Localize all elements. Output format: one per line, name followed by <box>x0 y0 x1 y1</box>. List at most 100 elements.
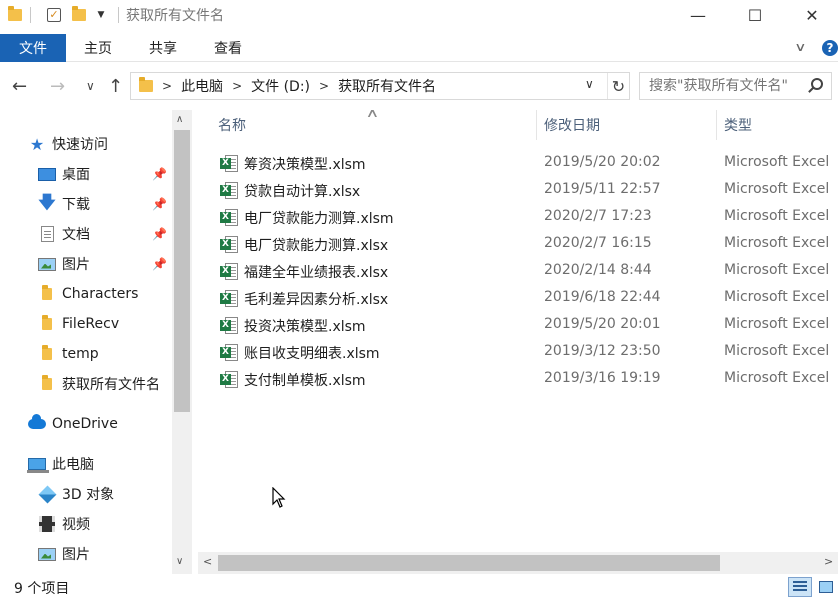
sidebar-item-this-pc[interactable]: 此电脑 <box>0 449 172 479</box>
breadcrumb-this-pc[interactable]: 此电脑 <box>181 76 223 96</box>
table-row[interactable]: X 贷款自动计算.xlsx 2019/5/11 22:57 Microsoft Exc… <box>198 177 838 204</box>
customize-toolbar-icon[interactable]: ▼ <box>94 5 108 25</box>
excel-file-icon: X <box>220 155 238 172</box>
expand-ribbon-icon[interactable]: ∨ <box>794 40 806 54</box>
sidebar-scrollbar[interactable]: ∧ ∨ <box>172 110 192 574</box>
breadcrumb-drive-d[interactable]: 文件 (D:) <box>251 76 310 96</box>
file-date: 2019/3/12 23:50 <box>544 343 661 359</box>
ribbon: 文件 主页 共享 查看 ∨ ? <box>0 32 838 62</box>
column-divider[interactable] <box>536 110 537 140</box>
status-bar: 9 个项目 <box>0 576 838 598</box>
sidebar-item-downloads[interactable]: 🡇 下载 📌 <box>0 189 172 219</box>
search-box[interactable] <box>639 72 832 100</box>
sidebar-item-videos[interactable]: 视频 <box>0 509 172 539</box>
file-type: Microsoft Excel <box>724 289 830 305</box>
sidebar-item-label: 获取所有文件名 <box>62 377 160 393</box>
table-row[interactable]: X 毛利差异因素分析.xlsx 2019/6/18 22:44 Microsoft E… <box>198 285 838 312</box>
scroll-right-icon[interactable]: > <box>824 555 833 568</box>
file-date: 2019/5/20 20:02 <box>544 154 661 170</box>
pin-icon[interactable]: 📌 <box>152 227 167 241</box>
tab-share[interactable]: 共享 <box>149 34 177 62</box>
sidebar-item-label: 文档 <box>62 227 90 243</box>
file-date: 2020/2/7 16:15 <box>544 235 652 251</box>
large-icons-view-button[interactable] <box>814 577 838 597</box>
video-icon <box>38 516 56 532</box>
scroll-left-icon[interactable]: < <box>203 555 212 568</box>
sidebar-item-label: Characters <box>62 286 139 302</box>
large-icons-view-icon <box>819 581 833 593</box>
excel-file-icon: X <box>220 263 238 280</box>
details-view-button[interactable] <box>788 577 812 597</box>
column-header-name[interactable]: 名称 <box>218 110 246 140</box>
sidebar-item-temp[interactable]: temp <box>0 339 172 369</box>
maximize-button[interactable]: ☐ <box>727 0 783 30</box>
tab-file[interactable]: 文件 <box>0 34 66 62</box>
file-name: 福建全年业绩报表.xlsx <box>244 265 389 281</box>
scroll-up-icon[interactable]: ∧ <box>176 114 183 125</box>
item-count: 9 个项目 <box>14 581 70 597</box>
scroll-down-icon[interactable]: ∨ <box>176 556 183 567</box>
sidebar-item-filerecv[interactable]: FileRecv <box>0 309 172 339</box>
mouse-cursor-icon <box>272 487 286 508</box>
sidebar-item-quick-access[interactable]: ★ 快速访问 <box>0 129 172 159</box>
sidebar-item-desktop[interactable]: 桌面 📌 <box>0 159 172 189</box>
forward-icon[interactable]: → <box>50 76 65 97</box>
cloud-icon <box>28 414 46 432</box>
close-button[interactable]: ✕ <box>784 0 838 30</box>
pin-icon[interactable]: 📌 <box>152 197 167 211</box>
folder-icon <box>139 77 153 92</box>
up-icon[interactable]: ↑ <box>108 76 123 97</box>
search-icon[interactable] <box>811 78 823 90</box>
chevron-down-icon[interactable]: ∨ <box>585 77 594 91</box>
table-row[interactable]: X 投资决策模型.xlsm 2019/5/20 20:01 Microsoft Exc… <box>198 312 838 339</box>
properties-icon[interactable]: ✓ <box>44 5 64 25</box>
file-name: 毛利差异因素分析.xlsx <box>244 292 389 308</box>
file-type: Microsoft Excel <box>724 181 830 197</box>
folder-icon <box>38 285 56 302</box>
pin-icon[interactable]: 📌 <box>152 167 167 181</box>
excel-file-icon: X <box>220 317 238 334</box>
tab-view[interactable]: 查看 <box>214 34 242 62</box>
back-icon[interactable]: ← <box>12 76 27 97</box>
chevron-right-icon[interactable]: > <box>319 79 329 93</box>
excel-file-icon: X <box>220 182 238 199</box>
sidebar-item-current-folder[interactable]: 获取所有文件名 <box>0 369 172 399</box>
table-row[interactable]: X 电厂贷款能力测算.xlsx 2020/2/7 16:15 Microsoft Ex… <box>198 231 838 258</box>
table-row[interactable]: X 福建全年业绩报表.xlsx 2020/2/14 8:44 Microsoft Ex… <box>198 258 838 285</box>
help-icon[interactable]: ? <box>822 40 838 56</box>
table-row[interactable]: X 电厂贷款能力测算.xlsm 2020/2/7 17:23 Microsoft Ex… <box>198 204 838 231</box>
sidebar-item-pc-pictures[interactable]: 图片 <box>0 539 172 569</box>
sidebar-item-pictures[interactable]: 图片 📌 <box>0 249 172 279</box>
details-view-icon <box>793 581 807 593</box>
sidebar-item-3d-objects[interactable]: 3D 对象 <box>0 479 172 509</box>
scrollbar-thumb[interactable] <box>174 130 190 412</box>
address-bar[interactable]: > 此电脑 > 文件 (D:) > 获取所有文件名 ∨ ↻ <box>130 72 630 100</box>
new-folder-icon[interactable] <box>70 5 88 25</box>
column-header-type[interactable]: 类型 <box>724 110 752 140</box>
refresh-icon[interactable]: ↻ <box>607 73 629 99</box>
sidebar-item-documents[interactable]: 文档 📌 <box>0 219 172 249</box>
tab-home[interactable]: 主页 <box>84 34 112 62</box>
sidebar-item-characters[interactable]: Characters <box>0 279 172 309</box>
navigation-bar: ← → ∨ ↑ > 此电脑 > 文件 (D:) > 获取所有文件名 ∨ ↻ <box>0 68 838 104</box>
column-divider[interactable] <box>716 110 717 140</box>
minimize-button[interactable]: — <box>670 0 726 30</box>
table-row[interactable]: X 账目收支明细表.xlsm 2019/3/12 23:50 Microsoft Ex… <box>198 339 838 366</box>
sidebar-item-label: 桌面 <box>62 167 90 183</box>
desktop-icon <box>38 166 56 182</box>
file-list: ∧ 名称 修改日期 类型 X 筹资决策模型.xlsm 2019/5/20 20:02… <box>198 110 838 552</box>
excel-file-icon: X <box>220 290 238 307</box>
horizontal-scrollbar[interactable]: < > <box>198 552 838 574</box>
chevron-right-icon[interactable]: > <box>232 79 242 93</box>
sidebar-item-label: OneDrive <box>52 416 118 432</box>
excel-file-icon: X <box>220 371 238 388</box>
recent-locations-icon[interactable]: ∨ <box>86 79 95 93</box>
column-header-date[interactable]: 修改日期 <box>544 110 600 140</box>
breadcrumb-current-folder[interactable]: 获取所有文件名 <box>338 76 436 96</box>
table-row[interactable]: X 筹资决策模型.xlsm 2019/5/20 20:02 Microsoft Exc… <box>198 150 838 177</box>
table-row[interactable]: X 支付制单模板.xlsm 2019/3/16 19:19 Microsoft Exc… <box>198 366 838 393</box>
pin-icon[interactable]: 📌 <box>152 257 167 271</box>
scrollbar-thumb[interactable] <box>218 555 720 571</box>
sidebar-item-onedrive[interactable]: OneDrive <box>0 409 172 439</box>
search-input[interactable] <box>649 78 809 94</box>
